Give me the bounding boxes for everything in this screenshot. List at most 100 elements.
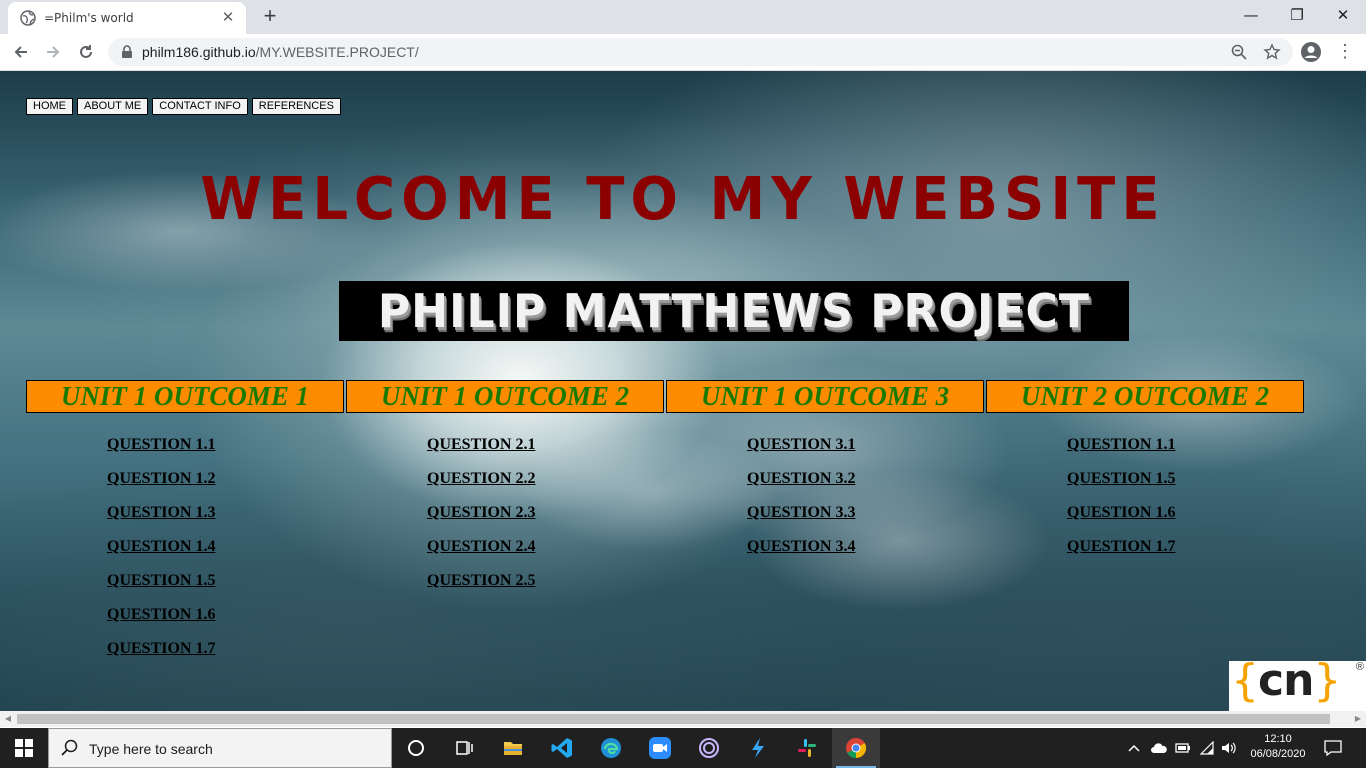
question-link[interactable]: QUESTION 1.6 bbox=[1067, 504, 1175, 522]
question-link[interactable]: QUESTION 2.4 bbox=[427, 538, 535, 556]
lock-icon bbox=[122, 45, 132, 58]
scroll-left-icon[interactable]: ◀ bbox=[0, 711, 16, 727]
clock-time: 12:10 bbox=[1264, 733, 1292, 745]
new-tab-button[interactable]: + bbox=[258, 5, 282, 29]
question-link[interactable]: QUESTION 1.1 bbox=[107, 436, 215, 454]
site-nav: HOME ABOUT ME CONTACT INFO REFERENCES bbox=[26, 98, 341, 115]
cn-logo-text: {cn} bbox=[1231, 655, 1341, 706]
outcome-heading-3: UNIT 1 OUTCOME 3 bbox=[666, 380, 984, 413]
browser-menu-icon[interactable]: ⋮ bbox=[1336, 42, 1354, 62]
project-title-banner: PHILIP MATTHEWS PROJECT bbox=[339, 281, 1129, 341]
outcome-heading-text: UNIT 2 OUTCOME 2 bbox=[1020, 381, 1270, 411]
nav-contact-button[interactable]: CONTACT INFO bbox=[152, 98, 248, 115]
question-link[interactable]: QUESTION 1.3 bbox=[107, 504, 215, 522]
cortana-button[interactable] bbox=[392, 728, 440, 768]
profile-avatar-icon[interactable] bbox=[1300, 41, 1322, 63]
edge-icon bbox=[601, 738, 621, 758]
scrollbar-thumb[interactable] bbox=[17, 714, 1330, 724]
task-view-button[interactable] bbox=[440, 728, 488, 768]
globe-icon bbox=[20, 10, 36, 26]
tab-strip: =Philm's world ✕ + — ❐ ✕ bbox=[0, 0, 1366, 34]
taskbar-search-box[interactable]: Type here to search bbox=[48, 728, 392, 768]
windows-logo-icon bbox=[15, 739, 33, 757]
forward-arrow-icon bbox=[47, 46, 60, 58]
question-link[interactable]: QUESTION 1.2 bbox=[107, 470, 215, 488]
outcome-heading-text: UNIT 1 OUTCOME 1 bbox=[60, 381, 310, 411]
address-bar[interactable]: philm186.github.io/MY.WEBSITE.PROJECT/ bbox=[108, 38, 1293, 66]
slack-button[interactable] bbox=[783, 728, 831, 768]
cn-logo: {cn} ® bbox=[1229, 655, 1366, 711]
zoom-app-button[interactable] bbox=[636, 728, 684, 768]
app-spiral-icon bbox=[699, 738, 719, 758]
question-link[interactable]: QUESTION 1.6 bbox=[107, 606, 215, 624]
web-page: HOME ABOUT ME CONTACT INFO REFERENCES WE… bbox=[0, 71, 1366, 711]
question-link[interactable]: QUESTION 1.7 bbox=[107, 640, 215, 658]
outcome-heading-2: UNIT 1 OUTCOME 2 bbox=[346, 380, 664, 413]
nav-home-button[interactable]: HOME bbox=[26, 98, 73, 115]
close-window-button[interactable]: ✕ bbox=[1320, 0, 1366, 32]
notifications-icon[interactable] bbox=[1324, 740, 1342, 756]
nav-about-button[interactable]: ABOUT ME bbox=[77, 98, 149, 115]
visual-studio-button[interactable] bbox=[734, 728, 782, 768]
horizontal-scrollbar[interactable]: ◀ ▶ bbox=[0, 711, 1366, 727]
question-link[interactable]: QUESTION 3.3 bbox=[747, 504, 855, 522]
url-path: /MY.WEBSITE.PROJECT/ bbox=[255, 44, 419, 60]
question-link[interactable]: QUESTION 1.7 bbox=[1067, 538, 1175, 556]
question-link[interactable]: QUESTION 1.5 bbox=[1067, 470, 1175, 488]
reload-button[interactable] bbox=[73, 39, 99, 65]
outcome-heading-4: UNIT 2 OUTCOME 2 bbox=[986, 380, 1304, 413]
question-link[interactable]: QUESTION 1.4 bbox=[107, 538, 215, 556]
file-explorer-button[interactable] bbox=[489, 728, 537, 768]
clock-date: 06/08/2020 bbox=[1250, 748, 1306, 760]
question-link[interactable]: QUESTION 3.2 bbox=[747, 470, 855, 488]
folder-icon bbox=[504, 742, 522, 755]
start-button[interactable] bbox=[0, 728, 48, 768]
question-link[interactable]: QUESTION 3.4 bbox=[747, 538, 855, 556]
registered-mark: ® bbox=[1355, 661, 1364, 673]
bookmark-star-icon[interactable] bbox=[1263, 43, 1281, 61]
question-link[interactable]: QUESTION 1.5 bbox=[107, 572, 215, 590]
system-clock[interactable]: 12:10 06/08/2020 bbox=[1246, 732, 1310, 762]
zoom-icon[interactable] bbox=[1230, 43, 1248, 61]
zoom-camera-icon bbox=[649, 737, 671, 759]
outcome-heading-text: UNIT 1 OUTCOME 3 bbox=[700, 381, 950, 411]
slack-icon bbox=[798, 739, 816, 757]
nav-references-button[interactable]: REFERENCES bbox=[251, 98, 341, 115]
onedrive-cloud-icon[interactable] bbox=[1150, 742, 1168, 754]
restore-button[interactable]: ❐ bbox=[1274, 0, 1320, 32]
question-link[interactable]: QUESTION 2.3 bbox=[427, 504, 535, 522]
vscode-button[interactable] bbox=[538, 728, 586, 768]
taskbar-search-placeholder: Type here to search bbox=[89, 741, 213, 757]
edge-button[interactable] bbox=[587, 728, 635, 768]
cortana-circle-icon bbox=[408, 740, 424, 756]
task-view-icon bbox=[456, 741, 473, 755]
question-link[interactable]: QUESTION 1.1 bbox=[1067, 436, 1175, 454]
battery-icon[interactable] bbox=[1175, 742, 1191, 754]
close-tab-icon[interactable]: ✕ bbox=[218, 8, 238, 28]
volume-icon[interactable] bbox=[1221, 741, 1237, 755]
search-icon bbox=[61, 739, 78, 756]
scroll-right-icon[interactable]: ▶ bbox=[1350, 711, 1366, 727]
question-link[interactable]: QUESTION 2.1 bbox=[427, 436, 535, 454]
logo-brace-close: } bbox=[1313, 655, 1341, 706]
app-button[interactable] bbox=[685, 728, 733, 768]
question-link[interactable]: QUESTION 2.5 bbox=[427, 572, 535, 590]
show-hidden-icons-icon[interactable] bbox=[1128, 742, 1140, 754]
back-arrow-icon bbox=[14, 46, 27, 58]
browser-toolbar: philm186.github.io/MY.WEBSITE.PROJECT/ ⋮ bbox=[0, 34, 1366, 71]
windows-taskbar: Type here to search 12:10 06/08/2020 bbox=[0, 728, 1366, 768]
url-text: philm186.github.io/MY.WEBSITE.PROJECT/ bbox=[142, 44, 419, 60]
outcome-heading-text: UNIT 1 OUTCOME 2 bbox=[380, 381, 630, 411]
forward-button[interactable] bbox=[40, 39, 66, 65]
reload-icon bbox=[80, 45, 92, 58]
back-button[interactable] bbox=[8, 39, 34, 65]
chrome-button[interactable] bbox=[832, 728, 880, 768]
browser-tab[interactable]: =Philm's world ✕ bbox=[8, 2, 246, 34]
question-link[interactable]: QUESTION 3.1 bbox=[747, 436, 855, 454]
outcome-heading-1: UNIT 1 OUTCOME 1 bbox=[26, 380, 344, 413]
minimize-button[interactable]: — bbox=[1228, 0, 1274, 32]
vscode-icon bbox=[551, 738, 572, 758]
question-link[interactable]: QUESTION 2.2 bbox=[427, 470, 535, 488]
project-title: PHILIP MATTHEWS PROJECT bbox=[377, 284, 1091, 338]
wifi-icon[interactable] bbox=[1199, 741, 1215, 755]
